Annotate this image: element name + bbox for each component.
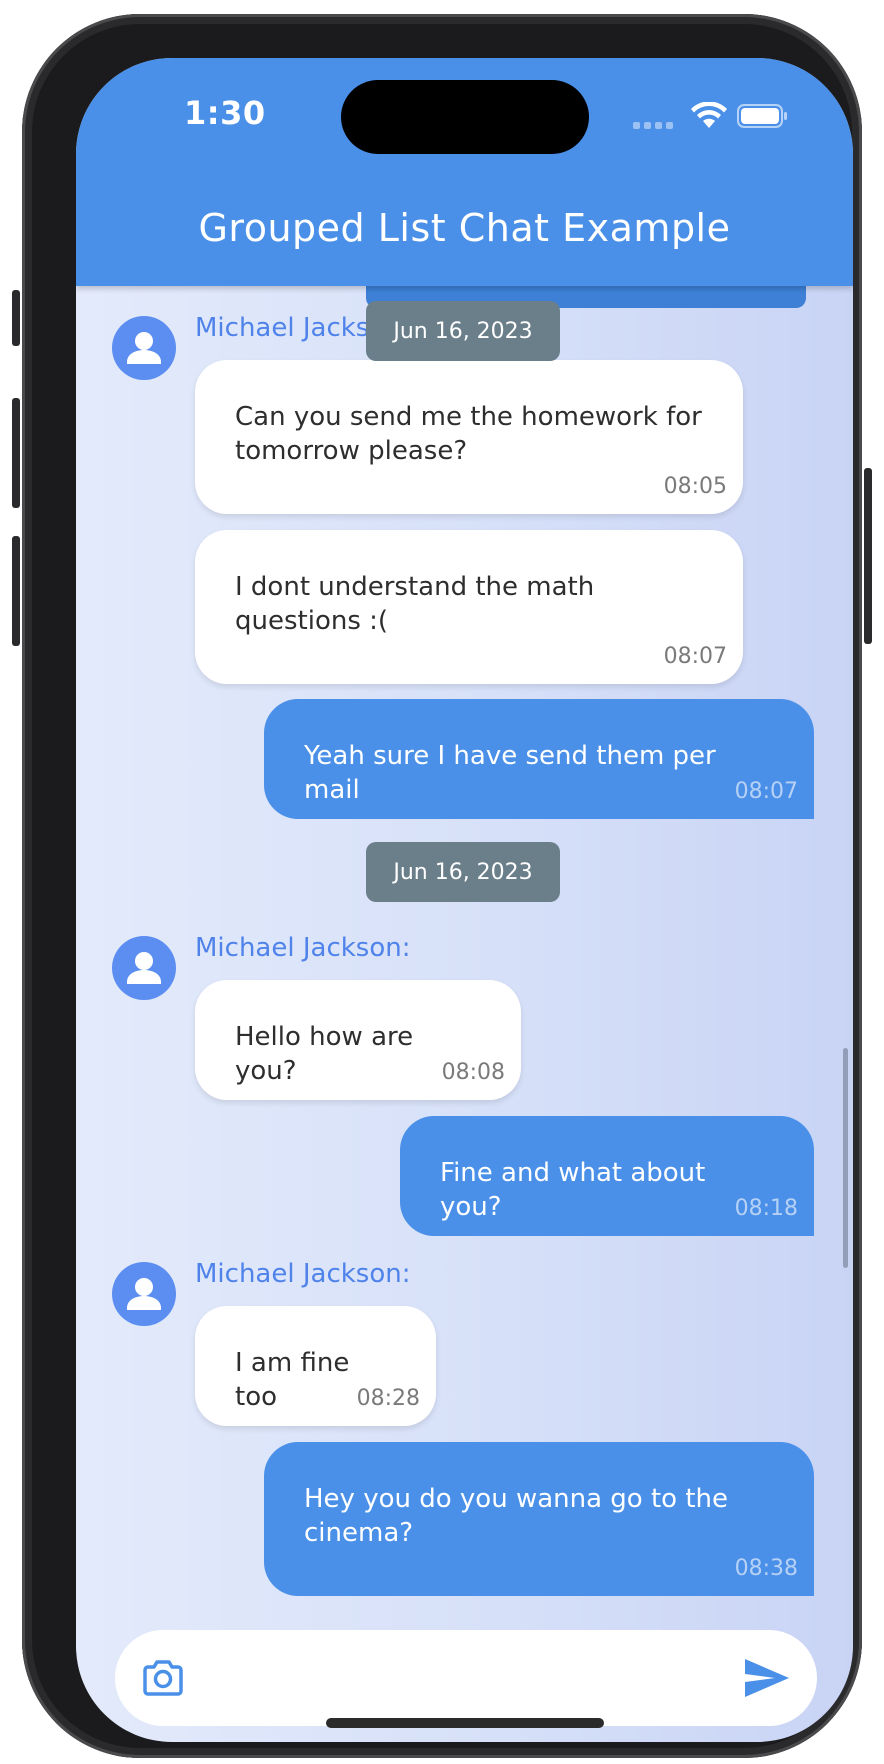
phone-frame: 1:30 Grouped List Chat Example Michael J… bbox=[12, 14, 872, 1758]
camera-icon[interactable] bbox=[141, 1656, 185, 1700]
outgoing-message[interactable]: Fine and what about you? 08:18 bbox=[400, 1116, 814, 1236]
avatar[interactable] bbox=[112, 936, 176, 1000]
page-title: Grouped List Chat Example bbox=[198, 206, 731, 250]
dynamic-island bbox=[341, 80, 589, 154]
incoming-message[interactable]: I am fine too 08:28 bbox=[195, 1306, 436, 1426]
battery-icon bbox=[737, 104, 787, 128]
message-time: 08:05 bbox=[663, 474, 727, 499]
incoming-message[interactable]: I dont understand the math questions :( … bbox=[195, 530, 743, 684]
incoming-message[interactable]: Hello how are you? 08:08 bbox=[195, 980, 521, 1100]
message-text: I dont understand the math questions :( bbox=[235, 572, 595, 636]
message-time: 08:28 bbox=[356, 1386, 420, 1411]
message-composer bbox=[115, 1630, 817, 1726]
date-chip: Jun 16, 2023 bbox=[366, 301, 560, 361]
person-icon bbox=[127, 952, 161, 984]
avatar[interactable] bbox=[112, 1262, 176, 1326]
power-button bbox=[864, 468, 872, 644]
send-icon[interactable] bbox=[743, 1657, 791, 1699]
message-text: Hey you do you wanna go to the cinema? bbox=[304, 1484, 729, 1548]
home-indicator bbox=[326, 1718, 604, 1728]
action-button bbox=[12, 290, 20, 346]
message-text: Yeah sure I have send them per mail bbox=[304, 741, 716, 805]
status-time: 1:30 bbox=[184, 94, 266, 132]
app-screen: 1:30 Grouped List Chat Example Michael J… bbox=[76, 58, 853, 1742]
message-time: 08:07 bbox=[663, 644, 727, 669]
volume-down-button bbox=[12, 536, 20, 646]
cellular-signal-icon bbox=[633, 122, 673, 129]
scrollbar[interactable] bbox=[843, 1048, 848, 1268]
date-chip: Jun 16, 2023 bbox=[366, 842, 560, 902]
wifi-icon bbox=[691, 102, 727, 128]
message-time: 08:07 bbox=[734, 779, 798, 804]
message-text: Fine and what about you? bbox=[440, 1158, 706, 1222]
app-bar: 1:30 Grouped List Chat Example bbox=[76, 58, 853, 286]
outgoing-message[interactable]: Yeah sure I have send them per mail 08:0… bbox=[264, 699, 814, 819]
sender-name: Michael Jackson: bbox=[195, 933, 411, 963]
message-input[interactable] bbox=[205, 1652, 705, 1704]
volume-up-button bbox=[12, 398, 20, 508]
sender-name: Michael Jackson: bbox=[195, 1259, 411, 1289]
message-text: Can you send me the homework for tomorro… bbox=[235, 402, 702, 466]
avatar[interactable] bbox=[112, 316, 176, 380]
person-icon bbox=[127, 332, 161, 364]
incoming-message[interactable]: Can you send me the homework for tomorro… bbox=[195, 360, 743, 514]
message-time: 08:08 bbox=[441, 1060, 505, 1085]
person-icon bbox=[127, 1278, 161, 1310]
outgoing-message[interactable]: Hey you do you wanna go to the cinema? 0… bbox=[264, 1442, 814, 1596]
message-time: 08:38 bbox=[734, 1556, 798, 1581]
message-time: 08:18 bbox=[734, 1196, 798, 1221]
